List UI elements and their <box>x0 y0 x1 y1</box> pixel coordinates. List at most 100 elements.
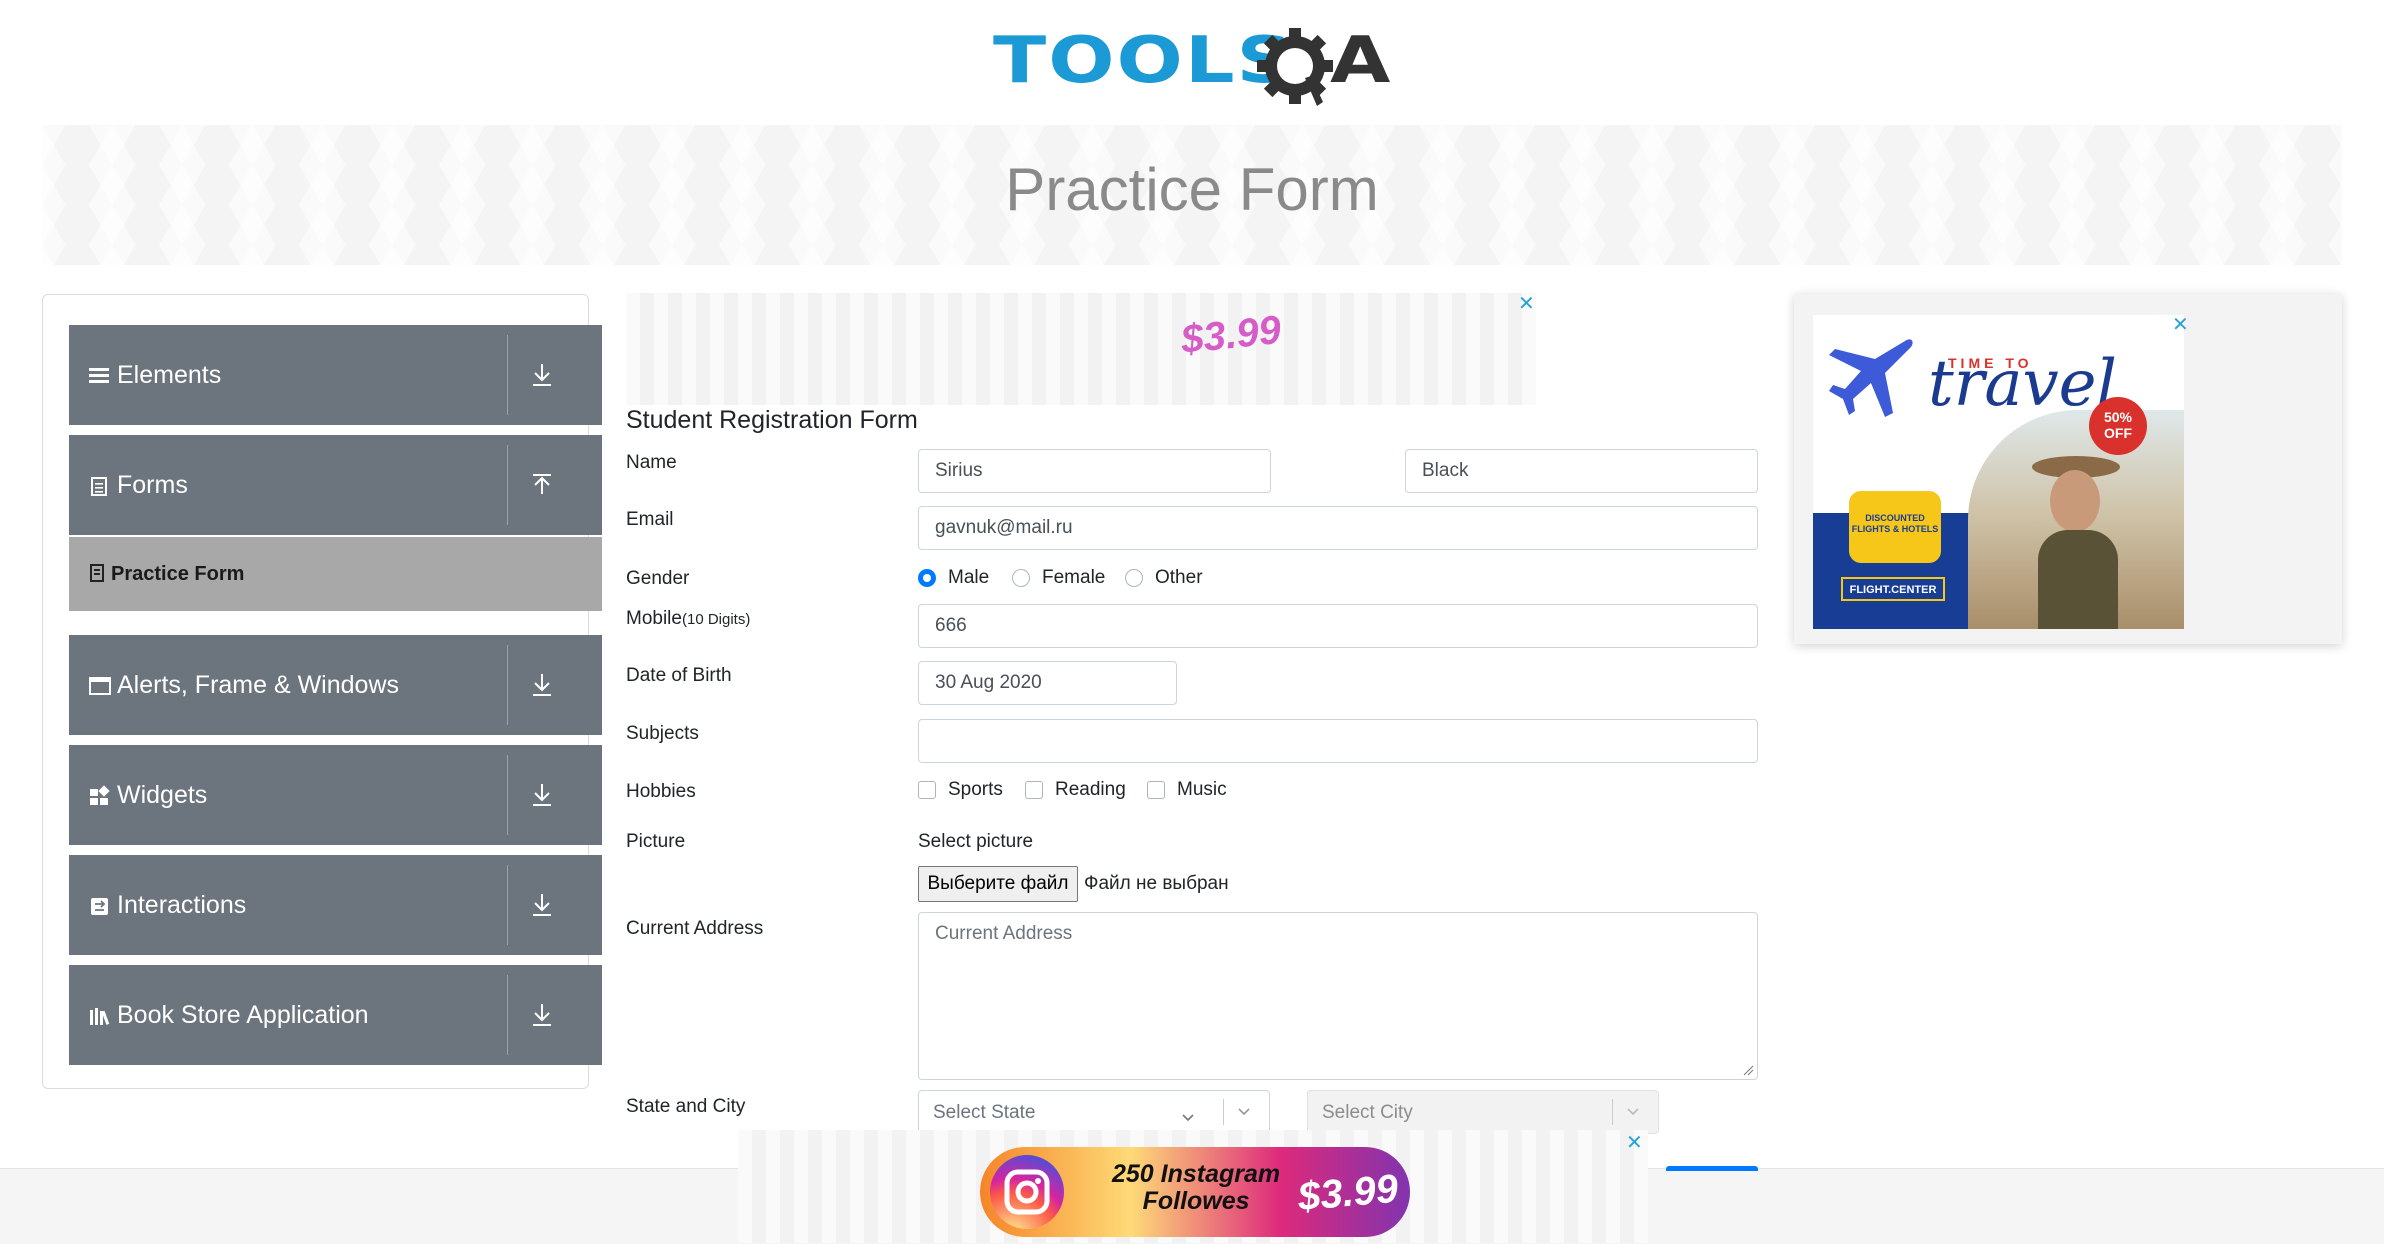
dob-label: Date of Birth <box>626 665 732 686</box>
divider <box>507 445 508 525</box>
toolsqa-logo[interactable]: TOOLS A <box>985 14 1405 114</box>
gender-other-label[interactable]: Other <box>1155 567 1203 589</box>
email-input[interactable]: gavnuk@mail.ru <box>918 506 1758 550</box>
ad-close-button[interactable]: ✕ <box>1518 291 1535 316</box>
gear-logo-icon <box>1257 28 1333 106</box>
ad-price: $3.99 <box>1178 307 1284 363</box>
divider <box>507 975 508 1055</box>
chevron-down-icon[interactable] <box>1626 1107 1640 1117</box>
logo-text: TOOLS <box>993 24 1295 98</box>
instagram-ad-price: $3.99 <box>1296 1166 1400 1220</box>
ad-off-percent: 50% <box>2103 409 2133 425</box>
resize-grip-icon[interactable] <box>1742 1064 1754 1076</box>
instagram-icon <box>990 1155 1064 1229</box>
hobby-music-label[interactable]: Music <box>1177 779 1227 801</box>
instagram-ad-line2: Followes <box>1142 1187 1250 1215</box>
gender-female-label[interactable]: Female <box>1042 567 1105 589</box>
current-address-textarea[interactable]: Current Address <box>918 912 1758 1080</box>
date-of-birth-input[interactable]: 30 Aug 2020 <box>918 661 1177 705</box>
download-icon <box>533 364 551 386</box>
divider <box>507 755 508 835</box>
gender-male-radio[interactable] <box>918 569 936 587</box>
sidebar-group-label: Book Store Application <box>117 1001 369 1029</box>
state-select[interactable]: Select State <box>918 1090 1270 1134</box>
state-city-label: State and City <box>626 1096 746 1117</box>
sidebar-group-label: Alerts, Frame & Windows <box>117 671 400 699</box>
divider <box>507 335 508 415</box>
hobbies-label: Hobbies <box>626 781 696 802</box>
instagram-ad-text: 250 Instagram Followes <box>1112 1161 1280 1215</box>
download-icon <box>533 1004 551 1026</box>
travel-ad-card[interactable]: TIME TO travel 50% OFF DISCOUNTED FLIGHTS… <box>1813 315 2184 629</box>
top-ad-banner[interactable]: $3.99 ✕ <box>626 293 1536 405</box>
page-title: Practice Form <box>1005 156 1379 223</box>
select-picture-label: Select picture <box>918 831 1034 852</box>
name-label: Name <box>626 452 677 473</box>
ad-off-label: OFF <box>2104 425 2132 441</box>
address-label: Current Address <box>626 918 764 939</box>
ad-close-button[interactable]: ✕ <box>2172 312 2189 337</box>
ad-photo-body <box>2038 530 2118 629</box>
books-icon <box>90 1008 110 1025</box>
hobby-reading-label[interactable]: Reading <box>1055 779 1126 801</box>
gender-female-radio[interactable] <box>1012 569 1030 587</box>
ad-brand: FLIGHT.CENTER <box>1841 577 1945 601</box>
gender-other-radio[interactable] <box>1125 569 1143 587</box>
first-name-input[interactable]: Sirius <box>918 449 1271 493</box>
divider <box>507 645 508 725</box>
hobby-reading-checkbox[interactable] <box>1025 781 1043 799</box>
hobby-sports-checkbox[interactable] <box>918 781 936 799</box>
sidebar-group-label: Interactions <box>117 891 247 919</box>
sidebar-group-alerts[interactable]: Alerts, Frame & Windows <box>69 635 602 735</box>
download-icon <box>533 784 551 806</box>
sidebar-group-widgets[interactable]: Widgets <box>69 745 602 845</box>
ad-photo-face <box>2050 470 2100 532</box>
form-title: Student Registration Form <box>626 406 918 434</box>
city-select[interactable]: Select City <box>1307 1090 1659 1134</box>
ad-photo <box>1968 410 2184 629</box>
ad-discount-text: DISCOUNTED FLIGHTS & HOTELS <box>1849 491 1941 563</box>
right-ad-banner[interactable]: TIME TO travel 50% OFF DISCOUNTED FLIGHTS… <box>1794 294 2342 644</box>
subjects-label: Subjects <box>626 723 699 744</box>
mobile-input[interactable]: 666 <box>918 604 1758 648</box>
hobby-sports-label[interactable]: Sports <box>948 779 1003 801</box>
interactions-icon <box>91 898 108 915</box>
choose-file-button[interactable]: Выберите файл <box>918 866 1078 902</box>
download-icon <box>533 894 551 916</box>
picture-label: Picture <box>626 831 686 852</box>
state-placeholder: Select State <box>933 1102 1036 1123</box>
city-placeholder: Select City <box>1322 1102 1413 1123</box>
sidebar-item-practice-form[interactable]: Practice Form <box>69 537 602 611</box>
sidebar-group-forms[interactable]: Forms <box>69 435 602 535</box>
mobile-label-text: Mobile <box>626 608 682 629</box>
last-name-input[interactable]: Black <box>1405 449 1758 493</box>
sidebar-group-label: Widgets <box>117 781 208 809</box>
instagram-glyph-icon <box>1004 1169 1050 1215</box>
sidebar-group-interactions[interactable]: Interactions <box>69 855 602 955</box>
window-icon <box>89 677 111 695</box>
mobile-label: Mobile(10 Digits) <box>626 608 750 630</box>
gender-label: Gender <box>626 568 690 589</box>
instagram-ad[interactable]: 250 Instagram Followes $3.99 <box>980 1147 1410 1237</box>
subjects-input[interactable] <box>918 719 1758 763</box>
chevron-down-icon[interactable] <box>1237 1107 1251 1117</box>
sidebar-group-elements[interactable]: Elements <box>69 325 602 425</box>
airplane-icon <box>1829 339 1913 417</box>
mobile-hint: (10 Digits) <box>681 611 751 628</box>
file-status: Файл не выбран <box>1084 873 1229 894</box>
sidebar-group-book-store[interactable]: Book Store Application <box>69 965 602 1065</box>
ad-discount-badge: 50% OFF <box>2089 397 2147 455</box>
ad-close-button[interactable]: ✕ <box>1626 1130 1643 1155</box>
submit-button[interactable] <box>1666 1166 1758 1171</box>
download-icon <box>533 674 551 696</box>
gender-male-label[interactable]: Male <box>948 567 989 589</box>
sidebar: Elements Forms Practice Form Alerts, Fra… <box>42 294 602 1089</box>
instagram-ad-line1: 250 Instagram <box>1112 1160 1281 1188</box>
divider <box>507 865 508 945</box>
bottom-ad-banner[interactable]: 250 Instagram Followes $3.99 ✕ <box>738 1130 1648 1243</box>
list-icon <box>89 368 109 383</box>
select-divider <box>1223 1099 1224 1125</box>
hobby-music-checkbox[interactable] <box>1147 781 1165 799</box>
sidebar-group-label: Elements <box>117 361 222 389</box>
email-label: Email <box>626 509 674 530</box>
